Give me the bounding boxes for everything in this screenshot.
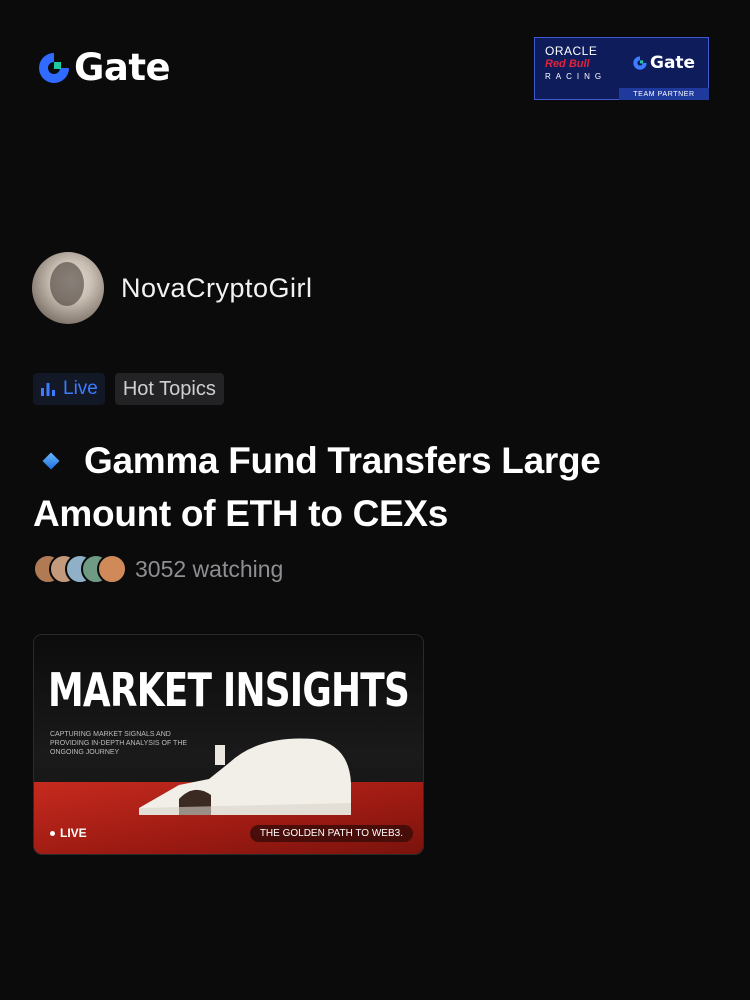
card-title: MARKET INSIGHTS	[48, 663, 410, 717]
gate-logo-icon	[39, 53, 69, 83]
author-row[interactable]: NovaCryptoGirl	[32, 252, 313, 324]
partner-footer: TEAM PARTNER	[619, 88, 709, 100]
gate-logo[interactable]: Gate	[36, 46, 171, 89]
bar-chart-icon	[41, 383, 55, 396]
author-name[interactable]: NovaCryptoGirl	[121, 273, 313, 304]
partner-redbull-text: Red Bull	[545, 58, 590, 70]
post-title-text: Gamma Fund Transfers Large Amount of ETH…	[33, 440, 601, 534]
live-tag-label: Live	[63, 378, 98, 399]
partner-racing-text: RACING	[545, 72, 607, 81]
viewer-avatars	[33, 554, 127, 584]
live-stream-card[interactable]: MARKET INSIGHTS CAPTURING MARKET SIGNALS…	[33, 634, 424, 855]
card-live-label: LIVE	[60, 826, 87, 840]
team-partner-badge: ORACLE Red Bull RACING Gate TEAM PARTNER	[534, 37, 709, 100]
live-dot-icon	[50, 830, 55, 836]
card-tagline: THE GOLDEN PATH TO WEB3.	[249, 825, 413, 842]
tag-row: Live Hot Topics	[33, 373, 224, 405]
partner-oracle-text: ORACLE	[545, 44, 598, 58]
card-live-badge: LIVE	[50, 826, 87, 840]
watching-count: 3052 watching	[135, 555, 284, 582]
watching-row: 3052 watching	[33, 554, 283, 584]
viewer-avatar	[97, 554, 127, 584]
gate-mini-icon	[633, 56, 647, 70]
partner-gate-text: Gate	[650, 53, 696, 73]
live-tag[interactable]: Live	[33, 373, 105, 405]
hot-topics-label: Hot Topics	[122, 377, 216, 400]
logo-text: Gate	[74, 46, 171, 89]
card-subtitle: CAPTURING MARKET SIGNALS AND PROVIDING I…	[50, 731, 188, 756]
partner-gate-logo: Gate	[632, 53, 695, 73]
post-title[interactable]: Gamma Fund Transfers Large Amount of ETH…	[33, 434, 713, 540]
hot-topics-tag[interactable]: Hot Topics	[114, 373, 224, 405]
author-avatar[interactable]	[32, 252, 104, 324]
blue-diamond-icon	[42, 452, 60, 470]
